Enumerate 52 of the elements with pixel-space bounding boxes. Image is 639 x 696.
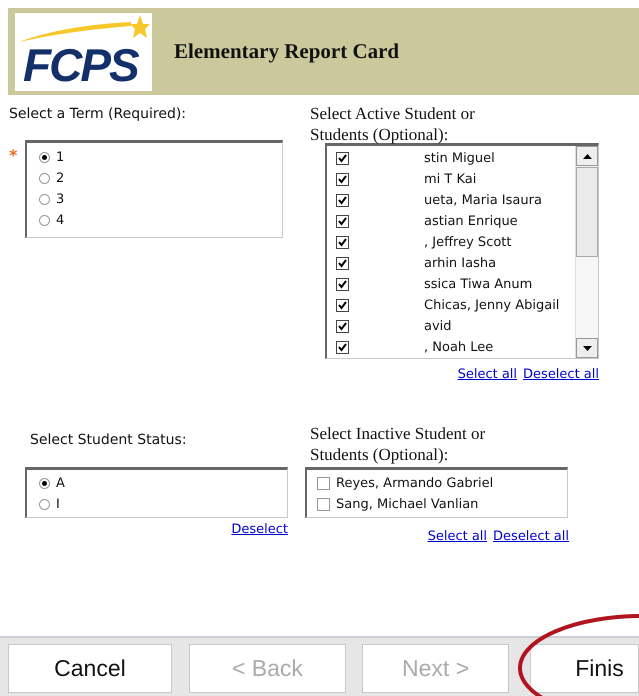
link[interactable]: Deselect all xyxy=(523,367,599,382)
student-name: stin Miguel xyxy=(424,151,495,166)
link[interactable]: Deselect all xyxy=(493,529,569,544)
required-mark: * xyxy=(9,146,18,165)
checkbox[interactable] xyxy=(336,173,349,186)
checkbox[interactable] xyxy=(336,299,349,312)
field-label: Select Student Status: xyxy=(30,432,188,450)
radio-button[interactable] xyxy=(39,478,50,489)
checkbox[interactable] xyxy=(336,278,349,291)
student-name: astian Enrique xyxy=(424,214,518,229)
field-label: Select a Term (Required): xyxy=(9,106,188,124)
wizard-button[interactable]: Cancel xyxy=(8,644,172,693)
student-name: ueta, Maria Isaura xyxy=(424,193,542,208)
checkbox[interactable] xyxy=(336,320,349,333)
link[interactable]: Select all xyxy=(458,367,518,382)
option-label: 4 xyxy=(56,213,64,228)
checkbox[interactable] xyxy=(336,194,349,207)
option-label: 2 xyxy=(56,171,64,186)
student-name: avid xyxy=(424,319,452,334)
star-swoosh-icon xyxy=(19,14,150,42)
student-name: arhin Iasha xyxy=(424,256,496,271)
student-name: , Jeffrey Scott xyxy=(424,235,512,250)
wizard-button[interactable]: Finis xyxy=(530,644,639,693)
scrollbar[interactable] xyxy=(575,146,598,358)
field-label: Select Active Student or Students (Optional): xyxy=(310,103,476,143)
checkbox[interactable] xyxy=(336,236,349,249)
student-name: Sang, Michael Vanlian xyxy=(336,497,478,512)
option-label: 1 xyxy=(56,150,64,165)
student-name: mi T Kai xyxy=(424,172,476,187)
field-label: Select Inactive Student or Students (Optional): xyxy=(310,423,486,466)
checkbox[interactable] xyxy=(336,152,349,165)
radio-button[interactable] xyxy=(39,215,50,226)
checkbox[interactable] xyxy=(336,341,349,354)
link[interactable]: Deselect xyxy=(231,522,288,537)
link[interactable]: Select all xyxy=(428,529,488,544)
checkbox[interactable] xyxy=(336,257,349,270)
student-name: , Noah Lee xyxy=(424,340,494,355)
radio-button[interactable] xyxy=(39,194,50,205)
scroll-down-icon[interactable] xyxy=(576,338,598,358)
radio-button[interactable] xyxy=(39,173,50,184)
student-name: Reyes, Armando Gabriel xyxy=(336,476,494,491)
logo-text: FCPS xyxy=(23,42,138,88)
scroll-up-icon[interactable] xyxy=(576,146,598,166)
radio-button[interactable] xyxy=(39,499,50,510)
option-label: A xyxy=(56,476,65,491)
option-label: 3 xyxy=(56,192,64,207)
student-name: ssica Tiwa Anum xyxy=(424,277,532,292)
student-name: Chicas, Jenny Abigail xyxy=(424,298,560,313)
radio-button[interactable] xyxy=(39,152,50,163)
checkbox[interactable] xyxy=(336,215,349,228)
option-label: I xyxy=(56,497,60,512)
page-title: Elementary Report Card xyxy=(174,39,400,64)
